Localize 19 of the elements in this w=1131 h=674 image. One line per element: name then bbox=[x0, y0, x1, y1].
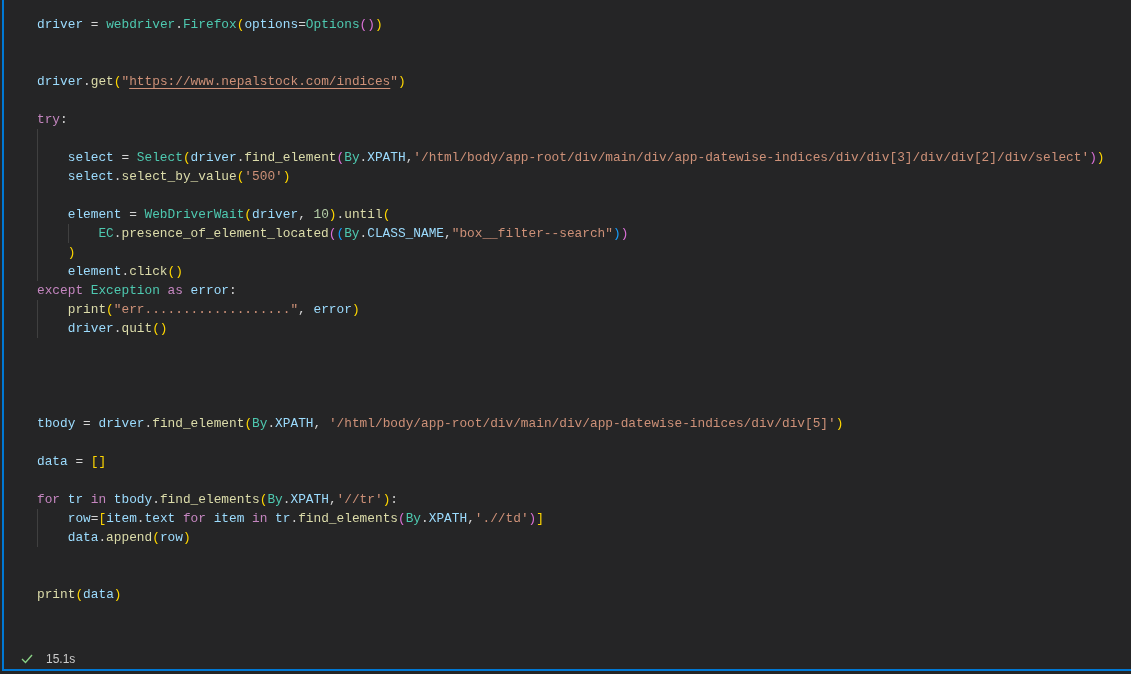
code-line: element.click() bbox=[67, 264, 183, 279]
code-line: try: bbox=[37, 112, 68, 127]
code-line: tbody = driver.find_element(By.XPATH, '/html/body/app-root/div/main/div/app-datewise-indices/div/div[5]') bbox=[37, 416, 844, 431]
code-line: print("err...................", error) bbox=[67, 302, 360, 317]
code-line: driver.get("https://www.nepalstock.com/indices") bbox=[37, 74, 406, 89]
code-line: for tr in tbody.find_elements(By.XPATH,'//tr'): bbox=[37, 492, 399, 507]
execution-time: 15.1s bbox=[46, 652, 76, 666]
code-line: except Exception as error: bbox=[37, 283, 237, 298]
code-line: row=[item.text for item in tr.find_elements(By.XPATH,'.//td')] bbox=[67, 511, 544, 526]
code-line: select = Select(driver.find_element(By.XPATH,'/html/body/app-root/div/main/div/app-datewise-indices/div/div[3]/div/div[2]/div/select')) bbox=[67, 150, 1105, 165]
code-line: driver = webdriver.Firefox(options=Options()) bbox=[37, 17, 383, 32]
code-line: driver.quit() bbox=[67, 321, 168, 336]
code-line: select.select_by_value('500') bbox=[67, 169, 291, 184]
code-line: element = WebDriverWait(driver, 10).until( bbox=[67, 207, 391, 222]
code-line: ) bbox=[67, 245, 76, 260]
code-line: data = [] bbox=[37, 454, 107, 469]
code-line: data.append(row) bbox=[67, 530, 191, 545]
code-line: EC.presence_of_element_located((By.CLASS_NAME,"box__filter--search")) bbox=[98, 226, 629, 241]
code-line: print(data) bbox=[37, 587, 122, 602]
